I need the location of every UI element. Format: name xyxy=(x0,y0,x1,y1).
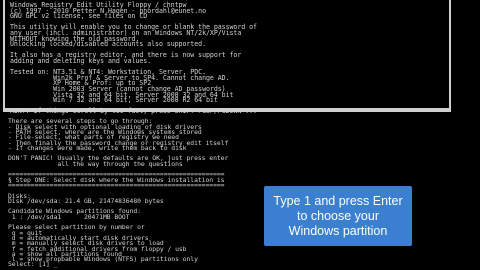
console-line: 1 : /dev/sda1 20471MB BOOT xyxy=(8,212,130,221)
console-line: - If changes were made, write them back … xyxy=(8,143,187,152)
console-line: all the way through the questions xyxy=(8,159,183,168)
console-line: ========================================… xyxy=(8,180,225,189)
banner-line: GNU GPL v2 license, see files on CD xyxy=(10,12,148,21)
instruction-callout: Type 1 and press Enter to choose your Wi… xyxy=(264,186,412,246)
banner-line: Win 7 32 and 64 bit, Server 2008 R2 64 b… xyxy=(10,96,218,105)
callout-text: Type 1 and press Enter to choose your Wi… xyxy=(273,193,403,238)
banner-line: HINT: If things scroll by too fast, pres… xyxy=(10,107,257,116)
terminal-screen[interactable]: Windows Registry Edit Utility Floppy / c… xyxy=(0,0,480,270)
console-line: Disk /dev/sda: 21.4 GB, 21474836480 byte… xyxy=(8,196,164,205)
banner-line: adding and deleting keys and values. xyxy=(10,57,152,65)
select-prompt[interactable]: Select: [1] _ xyxy=(8,261,57,268)
banner-line: Unlocking locked/disabled accounts also … xyxy=(10,40,206,49)
